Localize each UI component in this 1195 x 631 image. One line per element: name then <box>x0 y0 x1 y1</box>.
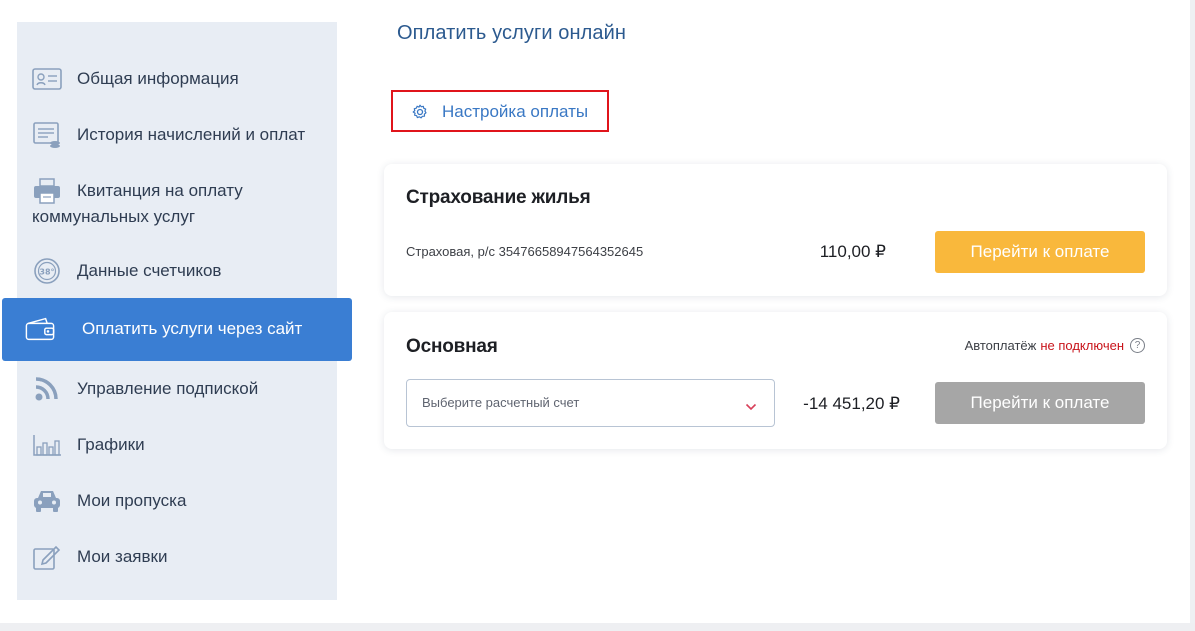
account-select[interactable]: Выберите расчетный счет <box>406 379 775 427</box>
sidebar-item-label: Общая информация <box>77 69 239 88</box>
sidebar-item-meters[interactable]: 38° Данные счетчиков <box>17 256 337 286</box>
page-footer-strip <box>0 623 1195 631</box>
card-title: Основная <box>406 336 498 357</box>
sidebar-item-general-info[interactable]: Общая информация <box>17 64 337 94</box>
sidebar-item-receipt[interactable]: Квитанция на оплату коммунальных услуг <box>17 176 337 232</box>
gear-icon <box>412 104 428 125</box>
sidebar-item-requests[interactable]: Мои заявки <box>17 542 337 572</box>
autopay-label: Автоплатёж <box>964 338 1037 353</box>
sidebar-item-label: Квитанция на оплату коммунальных услуг <box>32 181 243 226</box>
payment-settings-label: Настройка оплаты <box>442 102 589 121</box>
sidebar-item-label: Мои пропуска <box>77 491 187 510</box>
page-edge <box>1190 0 1195 631</box>
payment-settings-link[interactable]: Настройка оплаты <box>391 90 609 132</box>
account-select-placeholder: Выберите расчетный счет <box>422 395 580 410</box>
bar-chart-icon <box>31 431 63 459</box>
autopay-status-value: не подключен <box>1040 338 1124 353</box>
chevron-down-icon <box>745 398 757 416</box>
payment-card-insurance: Страхование жилья Страховая, р/с 3547665… <box>384 164 1167 296</box>
help-icon[interactable]: ? <box>1130 338 1145 353</box>
car-icon <box>31 487 63 515</box>
edit-icon <box>31 543 63 571</box>
rss-icon <box>31 375 63 403</box>
invoice-history-icon <box>31 121 63 149</box>
sidebar-item-payment-history[interactable]: История начислений и оплат <box>17 120 337 150</box>
id-card-icon <box>31 65 63 93</box>
sidebar-item-label: Данные счетчиков <box>77 261 222 280</box>
meter-icon: 38° <box>31 257 63 285</box>
svg-text:38°: 38° <box>39 268 54 277</box>
sidebar-item-label: Управление подпиской <box>77 379 259 398</box>
sidebar-item-label: История начислений и оплат <box>77 125 306 144</box>
sidebar-item-label: Мои заявки <box>77 547 168 566</box>
sidebar-item-pay-online[interactable]: Оплатить услуги через сайт <box>2 298 352 361</box>
amount-due: 110,00 ₽ <box>819 242 886 261</box>
amount-due: -14 451,20 ₽ <box>803 394 900 413</box>
sidebar-item-label: Оплатить услуги через сайт <box>82 319 303 338</box>
sidebar-item-subscription[interactable]: Управление подпиской <box>17 374 337 404</box>
wallet-icon <box>24 315 56 343</box>
go-to-payment-button-disabled[interactable]: Перейти к оплате <box>935 382 1145 424</box>
payment-card-main: Основная Автоплатёж не подключен ? Выбер… <box>384 312 1167 449</box>
page-title: Оплатить услуги онлайн <box>397 22 627 44</box>
go-to-payment-button[interactable]: Перейти к оплате <box>935 231 1145 273</box>
autopay-status: Автоплатёж не подключен ? <box>965 338 1145 353</box>
sidebar-item-charts[interactable]: Графики <box>17 430 337 460</box>
account-details: Страховая, р/с 35476658947564352645 <box>406 244 644 259</box>
sidebar-item-label: Графики <box>77 435 145 454</box>
sidebar-item-passes[interactable]: Мои пропуска <box>17 486 337 516</box>
card-title: Страхование жилья <box>406 187 591 208</box>
